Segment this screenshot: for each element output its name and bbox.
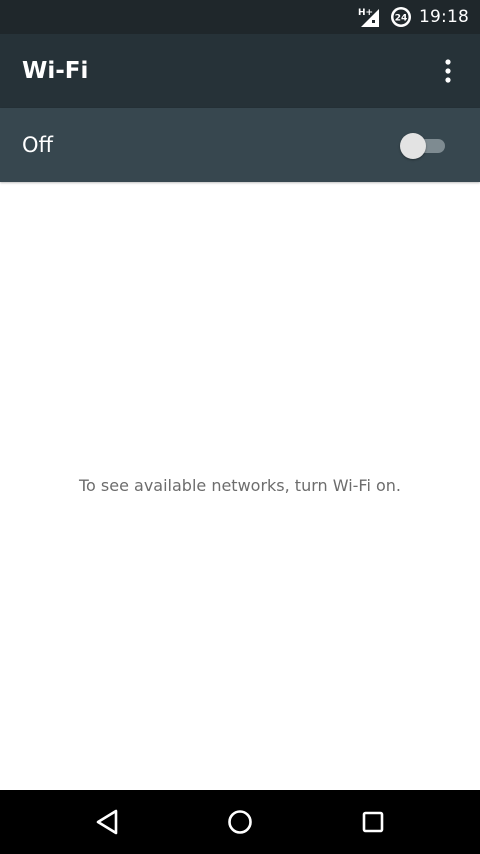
status-icons: H+ 24 19:18 <box>358 0 469 34</box>
status-bar: H+ 24 19:18 <box>0 0 480 34</box>
clock-badge-label: 24 <box>395 14 408 24</box>
wifi-toggle[interactable] <box>399 132 449 160</box>
recents-square-icon <box>362 811 384 833</box>
back-triangle-icon <box>96 809 118 835</box>
page-title: Wi-Fi <box>22 58 89 84</box>
status-time: 19:18 <box>419 7 469 27</box>
toggle-thumb <box>400 133 426 159</box>
navigation-bar <box>0 790 480 854</box>
toolbar: Wi-Fi <box>0 34 480 108</box>
more-vert-icon <box>445 59 451 83</box>
home-circle-icon <box>228 810 252 834</box>
mobile-signal-icon: H+ <box>358 8 379 27</box>
network-type-label: H+ <box>358 8 373 18</box>
wifi-switch-label: Off <box>22 133 53 157</box>
home-button[interactable] <box>220 802 260 842</box>
empty-state-message: To see available networks, turn Wi-Fi on… <box>78 476 402 495</box>
back-button[interactable] <box>87 802 127 842</box>
overflow-menu-button[interactable] <box>430 53 466 89</box>
clock-24-icon: 24 <box>391 7 411 27</box>
recents-button[interactable] <box>353 802 393 842</box>
